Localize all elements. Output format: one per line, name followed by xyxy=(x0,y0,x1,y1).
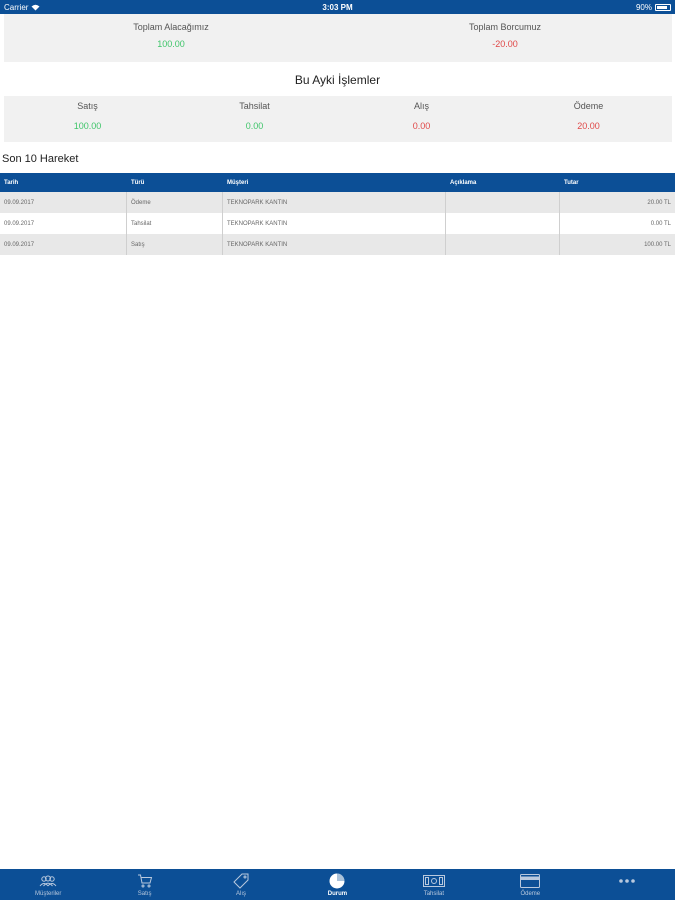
cell-amount: 100.00 TL xyxy=(644,241,671,248)
recent-transactions-table: Tarih Türü Müşteri Açıklama Tutar 09.09.… xyxy=(0,173,675,255)
column-header-customer[interactable]: Müşteri xyxy=(223,173,446,192)
tab-bar: Müşteriler Satış Alış Durum Tahsilat Öde… xyxy=(0,869,675,900)
cell-customer: TEKNOPARK KANTIN xyxy=(223,192,446,213)
cell-type: Tahsilat xyxy=(127,213,223,234)
column-header-amount[interactable]: Tutar xyxy=(560,173,675,192)
totals-panel: Toplam Alacağımız 100.00 Toplam Borcumuz… xyxy=(4,14,672,62)
monthly-title: Bu Ayki İşlemler xyxy=(294,73,381,87)
battery-percent: 90% xyxy=(635,2,652,12)
monthly-collection-label: Tahsilat xyxy=(239,101,270,111)
monthly-payment-label: Ödeme xyxy=(573,101,604,111)
monthly-payment: Ödeme 20.00 xyxy=(505,96,672,142)
tab-collection[interactable]: Tahsilat xyxy=(386,869,482,900)
tag-icon xyxy=(233,873,249,889)
pie-chart-icon xyxy=(329,873,345,889)
table-row[interactable]: 09.09.2017 Satış TEKNOPARK KANTIN 100.00… xyxy=(0,234,675,255)
cell-date: 09.09.2017 xyxy=(0,213,127,234)
total-payable-value: -20.00 xyxy=(492,39,518,49)
monthly-sales-label: Satış xyxy=(77,101,98,111)
total-payable: Toplam Borcumuz -20.00 xyxy=(338,14,672,62)
battery-icon xyxy=(655,3,671,11)
tab-purchases[interactable]: Alış xyxy=(193,869,289,900)
cart-icon xyxy=(137,873,153,889)
tab-payment[interactable]: Ödeme xyxy=(482,869,578,900)
cell-description xyxy=(446,192,560,213)
column-header-date[interactable]: Tarih xyxy=(0,173,127,192)
total-payable-label: Toplam Borcumuz xyxy=(468,22,542,32)
column-header-description[interactable]: Açıklama xyxy=(446,173,560,192)
tab-purchases-label: Alış xyxy=(236,891,247,897)
customers-icon xyxy=(39,873,57,889)
status-time: 3:03 PM xyxy=(322,2,353,12)
cell-date: 09.09.2017 xyxy=(0,192,127,213)
recent-transactions-title: Son 10 Hareket xyxy=(2,153,79,165)
table-row[interactable]: 09.09.2017 Ödeme TEKNOPARK KANTIN 20.00 … xyxy=(0,192,675,213)
cell-amount: 20.00 TL xyxy=(647,199,671,206)
tab-collection-label: Tahsilat xyxy=(423,891,445,897)
tab-status[interactable]: Durum xyxy=(289,869,385,900)
monthly-panel: Satış 100.00 Tahsilat 0.00 Alış 0.00 Öde… xyxy=(4,96,672,142)
cell-date: 09.09.2017 xyxy=(0,234,127,255)
carrier-label: Carrier xyxy=(4,2,29,12)
monthly-purchase-value: 0.00 xyxy=(412,121,431,131)
tab-customers[interactable]: Müşteriler xyxy=(0,869,96,900)
cell-customer: TEKNOPARK KANTIN xyxy=(223,213,446,234)
wifi-icon xyxy=(31,4,40,10)
status-bar: Carrier 3:03 PM 90% xyxy=(0,0,675,14)
tab-more[interactable] xyxy=(579,869,675,900)
tab-sales-label: Satış xyxy=(137,891,152,897)
cash-icon xyxy=(422,873,445,889)
tab-customers-label: Müşteriler xyxy=(35,891,62,897)
total-receivable-value: 100.00 xyxy=(157,39,185,49)
tab-status-label: Durum xyxy=(327,891,348,897)
column-header-type[interactable]: Türü xyxy=(127,173,223,192)
cell-description xyxy=(446,234,560,255)
cell-amount: 0.00 TL xyxy=(650,220,671,227)
tab-sales[interactable]: Satış xyxy=(96,869,192,900)
monthly-sales: Satış 100.00 xyxy=(4,96,171,142)
monthly-collection-value: 0.00 xyxy=(245,121,264,131)
monthly-payment-value: 20.00 xyxy=(577,121,600,131)
total-receivable-label: Toplam Alacağımız xyxy=(133,22,209,32)
table-row[interactable]: 09.09.2017 Tahsilat TEKNOPARK KANTIN 0.0… xyxy=(0,213,675,234)
monthly-sales-value: 100.00 xyxy=(73,121,102,131)
table-header: Tarih Türü Müşteri Açıklama Tutar xyxy=(0,173,675,192)
cell-customer: TEKNOPARK KANTIN xyxy=(223,234,446,255)
cell-description xyxy=(446,213,560,234)
cell-type: Satış xyxy=(127,234,223,255)
monthly-purchase: Alış 0.00 xyxy=(338,96,505,142)
monthly-purchase-label: Alış xyxy=(413,101,429,111)
monthly-collection: Tahsilat 0.00 xyxy=(171,96,338,142)
cell-type: Ödeme xyxy=(127,192,223,213)
tab-payment-label: Ödeme xyxy=(520,891,541,897)
credit-card-icon xyxy=(520,873,541,889)
total-receivable: Toplam Alacağımız 100.00 xyxy=(4,14,338,62)
more-icon xyxy=(618,873,636,889)
